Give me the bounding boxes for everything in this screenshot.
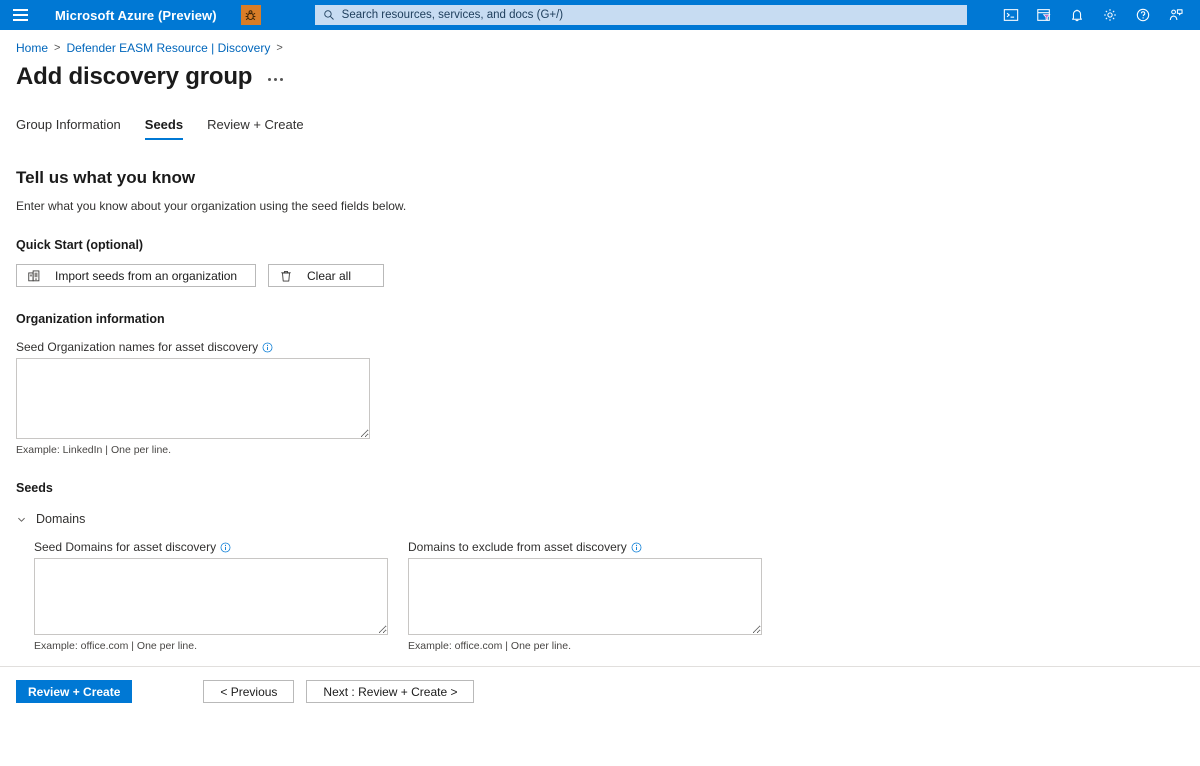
tab-group-information[interactable]: Group Information — [16, 117, 133, 140]
tab-review-create[interactable]: Review + Create — [195, 117, 315, 140]
breadcrumb-separator: > — [54, 42, 61, 54]
notifications-bell-icon[interactable] — [1060, 0, 1093, 30]
section-title: Tell us what you know — [16, 168, 196, 187]
search-input[interactable] — [341, 9, 959, 21]
clear-all-label: Clear all — [307, 268, 352, 283]
exclude-domains-textarea[interactable] — [408, 558, 762, 635]
search-icon — [323, 9, 335, 21]
azure-top-bar: Microsoft Azure (Preview) — [0, 0, 1200, 30]
seeds-group-domains[interactable]: Domains — [16, 512, 85, 526]
trash-icon — [279, 269, 293, 283]
seeds-heading: Seeds — [16, 481, 53, 495]
seed-organization-label-row: Seed Organization names for asset discov… — [16, 340, 1200, 354]
previous-button[interactable]: < Previous — [203, 680, 295, 703]
page-title-row: Add discovery group — [16, 63, 1200, 91]
page-title: Add discovery group — [16, 63, 253, 90]
seed-domains-textarea[interactable] — [34, 558, 388, 635]
import-seeds-button[interactable]: Import seeds from an organization — [16, 264, 256, 287]
exclude-domains-label: Domains to exclude from asset discovery — [408, 540, 627, 554]
more-options-icon[interactable] — [266, 74, 285, 85]
seed-domains-hint: Example: office.com | One per line. — [34, 640, 198, 652]
feedback-person-icon[interactable] — [1159, 0, 1192, 30]
quick-start-heading: Quick Start (optional) — [16, 238, 144, 252]
seed-organization-hint: Example: LinkedIn | One per line. — [16, 444, 172, 456]
import-seeds-label: Import seeds from an organization — [55, 268, 238, 283]
bug-icon[interactable] — [240, 5, 261, 25]
wizard-nav-buttons: < Previous Next : Review + Create > — [203, 680, 475, 703]
clear-all-button[interactable]: Clear all — [268, 264, 384, 287]
cloud-shell-icon[interactable] — [994, 0, 1027, 30]
organization-information-heading: Organization information — [16, 312, 165, 326]
seed-domains-label: Seed Domains for asset discovery — [34, 540, 217, 554]
seed-organization-label: Seed Organization names for asset discov… — [16, 340, 259, 354]
tab-seeds[interactable]: Seeds — [133, 117, 195, 140]
review-create-button[interactable]: Review + Create — [16, 680, 133, 703]
exclude-domains-label-row: Domains to exclude from asset discovery — [408, 540, 762, 554]
info-icon[interactable] — [631, 542, 642, 553]
global-search-box[interactable] — [314, 5, 967, 25]
import-organization-icon — [27, 269, 41, 283]
page-content: Home > Defender EASM Resource | Discover… — [0, 30, 1200, 719]
wizard-footer: Review + Create < Previous Next : Review… — [0, 666, 1200, 716]
seeds-group-domains-label: Domains — [36, 512, 86, 526]
seed-organization-textarea[interactable] — [16, 358, 370, 439]
hamburger-menu-icon[interactable] — [0, 0, 40, 30]
topbar-icon-group — [994, 0, 1192, 30]
domains-fields: Seed Domains for asset discovery Example… — [34, 526, 1200, 652]
wizard-tabs: Group Information Seeds Review + Create — [16, 117, 1200, 140]
breadcrumb-item-home[interactable]: Home — [16, 41, 48, 55]
directory-filter-icon[interactable] — [1027, 0, 1060, 30]
info-icon[interactable] — [262, 342, 273, 353]
next-review-create-button[interactable]: Next : Review + Create > — [306, 680, 475, 703]
seed-domains-field: Seed Domains for asset discovery Example… — [34, 526, 388, 652]
exclude-domains-field: Domains to exclude from asset discovery … — [408, 526, 762, 652]
section-description: Enter what you know about your organizat… — [16, 199, 407, 213]
exclude-domains-hint: Example: office.com | One per line. — [408, 640, 572, 652]
breadcrumb-separator: > — [276, 42, 283, 54]
breadcrumb: Home > Defender EASM Resource | Discover… — [16, 30, 1200, 55]
chevron-down-icon — [16, 514, 27, 525]
quick-start-actions: Import seeds from an organization Clear … — [16, 264, 1200, 287]
seed-domains-label-row: Seed Domains for asset discovery — [34, 540, 388, 554]
settings-gear-icon[interactable] — [1093, 0, 1126, 30]
info-icon[interactable] — [220, 542, 231, 553]
azure-brand-title[interactable]: Microsoft Azure (Preview) — [55, 8, 217, 23]
help-question-icon[interactable] — [1126, 0, 1159, 30]
domains-two-column: Seed Domains for asset discovery Example… — [34, 526, 1200, 652]
breadcrumb-item-resource[interactable]: Defender EASM Resource | Discovery — [66, 41, 270, 55]
